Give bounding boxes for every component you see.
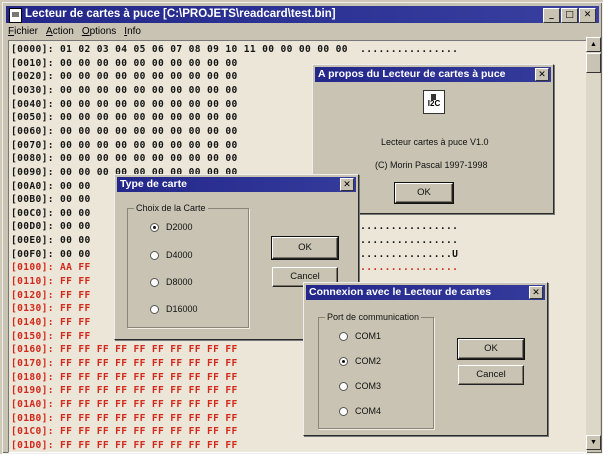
card-choice-group-title: Choix de la Carte bbox=[134, 203, 208, 213]
radio-d8000-icon bbox=[150, 277, 159, 287]
close-button[interactable]: ✕ bbox=[579, 8, 596, 23]
hex-row: [0030]: 00 00 00 00 00 00 00 00 00 00 bbox=[11, 84, 238, 96]
radio-com3[interactable]: COM3 bbox=[339, 381, 381, 391]
connection-dialog-title: Connexion avec le Lecteur de cartes bbox=[306, 285, 545, 300]
hex-row: [0150]: FF FF bbox=[11, 330, 91, 342]
hex-row: [01B0]: FF FF FF FF FF FF FF FF FF FF bbox=[11, 412, 238, 424]
radio-d2000-checked-icon bbox=[150, 222, 159, 232]
radio-com1-label: COM1 bbox=[355, 331, 382, 341]
hex-row: [0160]: FF FF FF FF FF FF FF FF FF FF bbox=[11, 344, 238, 356]
hex-row: [0170]: FF FF FF FF FF FF FF FF FF FF bbox=[11, 357, 238, 369]
close-icon[interactable]: ✕ bbox=[340, 178, 354, 191]
radio-d4000-icon bbox=[150, 250, 159, 260]
menu-info[interactable]: Info bbox=[124, 25, 141, 39]
scroll-up-icon[interactable]: ▲ bbox=[586, 37, 601, 52]
about-product: Lecteur cartes à puce V1.0 bbox=[381, 137, 489, 147]
about-ok-button[interactable]: OK bbox=[394, 182, 454, 204]
hex-row: [00B0]: 00 00 bbox=[11, 194, 91, 206]
radio-d16000-label: D16000 bbox=[166, 304, 198, 314]
port-group-title: Port de communication bbox=[325, 312, 422, 322]
hex-row: [0050]: 00 00 00 00 00 00 00 00 00 00 bbox=[11, 112, 238, 124]
hex-row: [00A0]: 00 00 bbox=[11, 180, 91, 192]
connection-dialog: Connexion avec le Lecteur de cartes ✕ Po… bbox=[303, 282, 548, 436]
radio-com2[interactable]: COM2 bbox=[339, 356, 381, 366]
card-type-dialog-title: Type de carte bbox=[117, 177, 356, 192]
hex-row: [0040]: 00 00 00 00 00 00 00 00 00 00 bbox=[11, 98, 238, 110]
minimize-button[interactable]: _ bbox=[543, 8, 560, 23]
radio-d8000-label: D8000 bbox=[166, 277, 193, 287]
radio-com4-icon bbox=[339, 406, 348, 416]
hex-row: [0010]: 00 00 00 00 00 00 00 00 00 00 bbox=[11, 57, 238, 69]
close-icon[interactable]: ✕ bbox=[529, 286, 543, 299]
hex-row: [0020]: 00 00 00 00 00 00 00 00 00 00 bbox=[11, 71, 238, 83]
hex-row: [00C0]: 00 00 bbox=[11, 207, 91, 219]
radio-com2-label: COM2 bbox=[355, 356, 382, 366]
radio-com2-checked-icon bbox=[339, 356, 348, 366]
menu-options[interactable]: Options bbox=[82, 25, 116, 39]
port-ok-button[interactable]: OK bbox=[457, 338, 525, 360]
close-icon[interactable]: ✕ bbox=[535, 68, 549, 81]
radio-d4000[interactable]: D4000 bbox=[150, 250, 193, 260]
hex-row: [0060]: 00 00 00 00 00 00 00 00 00 00 bbox=[11, 125, 238, 137]
hex-row: [0070]: 00 00 00 00 00 00 00 00 00 00 bbox=[11, 139, 238, 151]
radio-com4-label: COM4 bbox=[355, 406, 382, 416]
radio-com1[interactable]: COM1 bbox=[339, 331, 381, 341]
port-cancel-button[interactable]: Cancel bbox=[458, 365, 524, 385]
radio-d16000-icon bbox=[150, 304, 159, 314]
hex-row: [0130]: FF FF bbox=[11, 303, 91, 315]
hex-row: [01C0]: FF FF FF FF FF FF FF FF FF FF bbox=[11, 426, 238, 438]
hex-row: [0000]: 01 02 03 04 05 06 07 08 09 10 11… bbox=[11, 44, 459, 55]
app-icon[interactable] bbox=[9, 8, 22, 23]
menu-fichier[interactable]: Fichier bbox=[8, 25, 38, 39]
card-choice-group: Choix de la Carte D2000 D4000 D8000 D160… bbox=[127, 203, 249, 328]
window-title: Lecteur de cartes à puce [C:\PROJETS\rea… bbox=[25, 8, 336, 20]
maximize-button[interactable]: □ bbox=[561, 8, 578, 23]
hex-row: [01D0]: FF FF FF FF FF FF FF FF FF FF bbox=[11, 439, 238, 451]
hex-row: [01A0]: FF FF FF FF FF FF FF FF FF FF bbox=[11, 398, 238, 410]
title-bar[interactable]: Lecteur de cartes à puce [C:\PROJETS\rea… bbox=[6, 6, 599, 23]
menu-action[interactable]: Action bbox=[46, 25, 74, 39]
radio-com3-label: COM3 bbox=[355, 381, 382, 391]
about-copyright: (C) Morin Pascal 1997-1998 bbox=[375, 160, 488, 170]
scroll-down-icon[interactable]: ▼ bbox=[586, 435, 601, 450]
hex-row: [0140]: FF FF bbox=[11, 317, 91, 328]
hex-row: [0190]: FF FF FF FF FF FF FF FF FF FF bbox=[11, 385, 238, 397]
hex-row: [0120]: FF FF bbox=[11, 289, 91, 301]
radio-d2000[interactable]: D2000 bbox=[150, 222, 193, 232]
radio-d2000-label: D2000 bbox=[166, 222, 193, 232]
radio-d8000[interactable]: D8000 bbox=[150, 277, 193, 287]
port-group: Port de communication COM1 COM2 COM3 COM… bbox=[318, 312, 434, 429]
about-dialog-title: A propos du Lecteur de cartes à puce bbox=[315, 67, 551, 82]
radio-com1-icon bbox=[339, 331, 348, 341]
scroll-thumb[interactable] bbox=[586, 53, 601, 73]
hex-row: [0110]: FF FF bbox=[11, 276, 91, 288]
hex-row: [0180]: FF FF FF FF FF FF FF FF FF FF bbox=[11, 371, 238, 383]
vertical-scrollbar[interactable]: ▲ ▼ bbox=[586, 37, 601, 450]
card-ok-button[interactable]: OK bbox=[271, 236, 339, 260]
radio-d4000-label: D4000 bbox=[166, 250, 193, 260]
radio-com3-icon bbox=[339, 381, 348, 391]
i2c-chip-icon: I2C bbox=[423, 90, 445, 114]
menu-bar: Fichier Action Options Info bbox=[8, 25, 141, 39]
radio-com4[interactable]: COM4 bbox=[339, 406, 381, 416]
hex-row: [0080]: 00 00 00 00 00 00 00 00 00 00 bbox=[11, 153, 238, 165]
radio-d16000[interactable]: D16000 bbox=[150, 304, 198, 314]
